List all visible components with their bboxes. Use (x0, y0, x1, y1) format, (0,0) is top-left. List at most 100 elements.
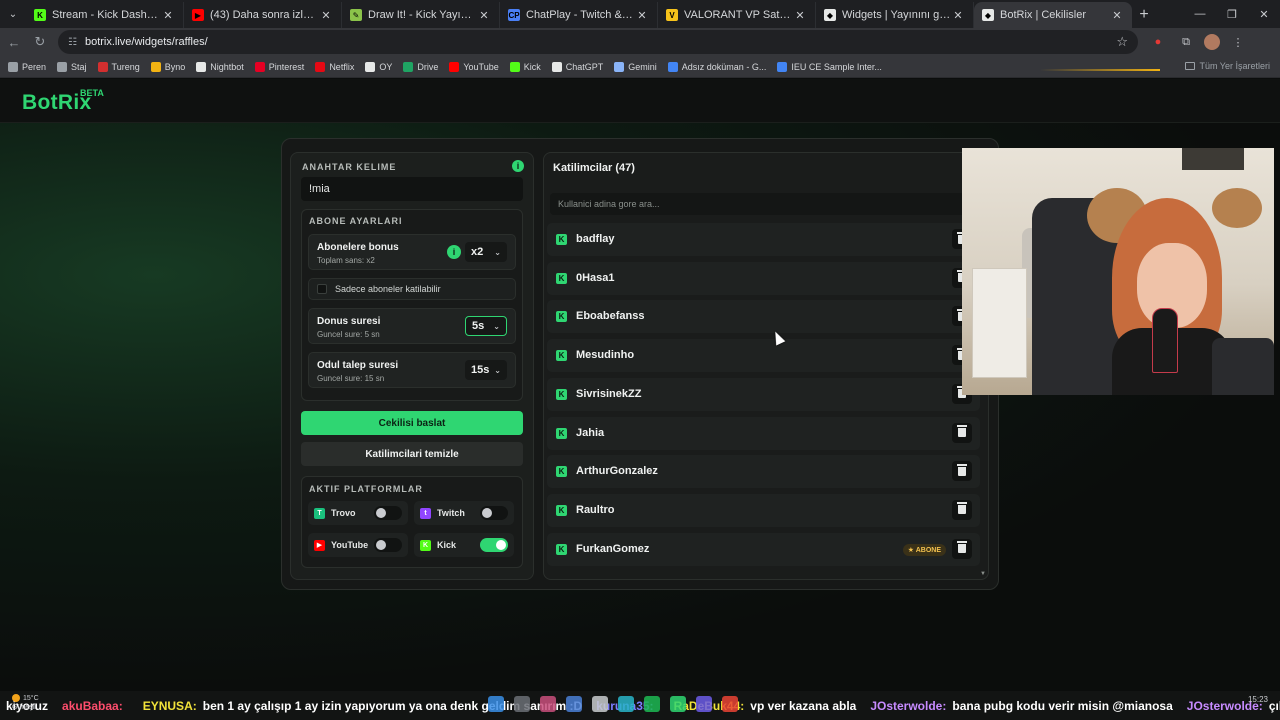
app-icon[interactable] (592, 696, 608, 712)
new-tab-icon[interactable]: + (1132, 2, 1156, 28)
whatsapp-icon[interactable] (670, 696, 686, 712)
tab-close-icon[interactable]: ✕ (793, 9, 807, 22)
minimize-icon[interactable]: — (1184, 0, 1216, 28)
subscriber-bonus-value: x2 (471, 246, 484, 258)
bookmark-item[interactable]: IEU CE Sample Inter... (777, 61, 882, 72)
bookmark-item[interactable]: Kick (509, 61, 541, 72)
system-clock[interactable]: 15:23 (1248, 695, 1268, 705)
tab-close-icon[interactable]: ✕ (319, 9, 333, 22)
browser-tab[interactable]: V VALORANT VP Satın Al & VP Fi✕ (658, 2, 816, 28)
extensions-puzzle-icon[interactable]: ⧉ (1176, 32, 1196, 52)
platform-trovo: T Trovo (308, 501, 408, 525)
bookmark-icon (97, 61, 108, 72)
bookmark-label: Gemini (628, 61, 657, 72)
remove-participant-button[interactable] (952, 499, 972, 520)
bookmark-item[interactable]: Netflix (315, 61, 354, 72)
weather-temp: 15°C (23, 695, 39, 702)
subscriber-bonus-subtitle: Toplam sans: x2 (317, 256, 375, 265)
plush-ear (1212, 188, 1262, 228)
bookmark-item[interactable]: ChatGPT (551, 61, 603, 72)
browser-tab[interactable]: ◆ BotRix | Cekilisler ✕ (974, 2, 1132, 28)
only-subscribers-option[interactable]: Sadece aboneler katilabilir (308, 278, 516, 300)
weather-widget[interactable]: 15°C Güneşli (12, 694, 39, 712)
remove-participant-button[interactable] (952, 422, 972, 443)
keyword-input[interactable]: !mia (301, 177, 523, 201)
bookmark-item[interactable]: Adsız doküman - G... (667, 61, 767, 72)
chevron-down-icon: ⌄ (494, 365, 501, 375)
url-text: botrix.live/widgets/raffles/ (84, 36, 208, 48)
spin-duration-select[interactable]: 5s ⌄ (465, 316, 507, 336)
close-window-icon[interactable]: ✕ (1248, 0, 1280, 28)
bookmark-item[interactable]: Staj (57, 61, 87, 72)
tab-close-icon[interactable]: ✕ (951, 9, 965, 22)
trovo-toggle[interactable] (374, 506, 402, 520)
chat-text: vp ver kazana abla (750, 699, 857, 713)
bookmark-item[interactable]: Drive (403, 61, 438, 72)
taskbar: kiyoruz akuBabaa: EYNUSA: ben 1 ay çalışıp … (0, 691, 1280, 720)
bookmark-icon (551, 61, 562, 72)
claim-duration-title: Odul talep suresi (317, 360, 399, 371)
bookmark-item[interactable]: OY (365, 61, 392, 72)
twitch-icon: t (420, 507, 431, 519)
scroll-down-icon[interactable]: ▼ (980, 571, 986, 577)
reload-icon[interactable]: ↻ (28, 30, 52, 54)
bookmark-item[interactable]: Tureng (97, 61, 140, 72)
browser-tab[interactable]: ▶ (43) Daha sonra izle - YouTube✕ (184, 2, 342, 28)
kick-toggle[interactable] (480, 538, 508, 552)
back-icon[interactable]: ← (2, 30, 26, 54)
browser-tab[interactable]: ◆ Widgets | Yayınını güçlendirme✕ (816, 2, 974, 28)
info-icon[interactable]: i (512, 160, 524, 172)
app-icon[interactable] (696, 696, 712, 712)
remove-participant-button[interactable] (952, 461, 972, 482)
twitch-toggle[interactable] (480, 506, 508, 520)
windows-start-icon[interactable] (488, 696, 504, 712)
participant-search-input[interactable]: Kullanici adina gore ara... (550, 193, 982, 215)
bookmark-item[interactable]: Peren (8, 61, 46, 72)
browser-tab[interactable]: CP ChatPlay - Twitch & Kick İzleyici✕ (500, 2, 658, 28)
spotify-icon[interactable] (644, 696, 660, 712)
bookmark-label: Staj (71, 61, 87, 72)
bookmark-item[interactable]: Gemini (614, 61, 657, 72)
bookmark-item[interactable]: Byno (150, 61, 185, 72)
app-icon[interactable] (566, 696, 582, 712)
bookmark-item[interactable]: Nightbot (196, 61, 244, 72)
toggle-knob (496, 540, 506, 550)
remove-participant-button[interactable] (952, 538, 972, 559)
chrome-icon[interactable] (722, 696, 738, 712)
extension-icon[interactable]: ● (1148, 32, 1168, 52)
browser-tab[interactable]: K Stream - Kick Dashboard✕ (26, 2, 184, 28)
search-icon[interactable] (514, 696, 530, 712)
bookmark-item[interactable]: YouTube (449, 61, 499, 72)
tab-search-icon[interactable]: ⌄ (0, 0, 26, 28)
keyword-label: ANAHTAR KELIME (302, 162, 397, 172)
tab-close-icon[interactable]: ✕ (477, 9, 491, 22)
bookmark-star-icon[interactable]: ☆ (1116, 34, 1128, 50)
profile-avatar[interactable] (1204, 34, 1220, 50)
app-icon[interactable] (540, 696, 556, 712)
youtube-toggle[interactable] (374, 538, 402, 552)
site-info-icon[interactable]: ☷ (68, 37, 77, 48)
app-icon[interactable] (618, 696, 634, 712)
restore-icon[interactable]: ❐ (1216, 0, 1248, 28)
browser-menu-icon[interactable]: ⋮ (1228, 32, 1248, 52)
subscriber-bonus-row: Abonelere bonus Toplam sans: x2 i x2 ⌄ (308, 234, 516, 270)
browser-tab[interactable]: ✎ Draw It! - Kick Yayınları İçin Çiz✕ (342, 2, 500, 28)
tab-close-icon[interactable]: ✕ (635, 9, 649, 22)
platform-kick: K Kick (414, 533, 514, 557)
clear-participants-button[interactable]: Katilimcilari temizle (301, 442, 523, 466)
address-bar[interactable]: ☷ botrix.live/widgets/raffles/ ☆ (58, 30, 1138, 54)
start-raffle-button[interactable]: Cekilisi baslat (301, 411, 523, 435)
only-subscribers-checkbox[interactable] (317, 284, 327, 294)
participants-panel: Katilimcilar (47) Kullanici adina gore a… (543, 152, 989, 580)
bookmark-item[interactable]: Pinterest (254, 61, 304, 72)
tab-close-icon[interactable]: ✕ (1110, 9, 1124, 22)
bonus-info-icon[interactable]: i (447, 245, 461, 259)
tab-favicon-icon: ◆ (982, 9, 994, 21)
bookmark-label: Adsız doküman - G... (681, 61, 767, 72)
subscriber-bonus-select[interactable]: x2 ⌄ (465, 242, 507, 262)
claim-duration-select[interactable]: 15s ⌄ (465, 360, 507, 380)
tab-close-icon[interactable]: ✕ (161, 9, 175, 22)
all-bookmarks[interactable]: Tüm Yer İşaretleri (1185, 61, 1270, 71)
bookmark-icon (509, 61, 520, 72)
kick-icon: K (556, 234, 567, 245)
